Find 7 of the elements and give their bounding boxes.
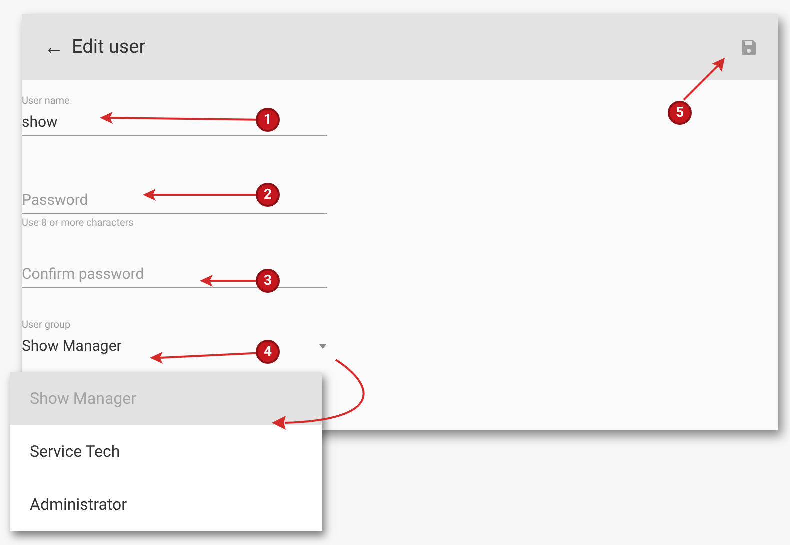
- helper-text: Use 8 or more characters: [22, 218, 134, 230]
- back-button[interactable]: ←: [44, 32, 64, 62]
- menu-option[interactable]: Administrator: [10, 478, 322, 531]
- field-label: User name: [22, 96, 70, 108]
- menu-option[interactable]: Service Tech: [10, 425, 322, 478]
- page-title: Edit user: [72, 34, 146, 60]
- field-label: User group: [22, 320, 71, 332]
